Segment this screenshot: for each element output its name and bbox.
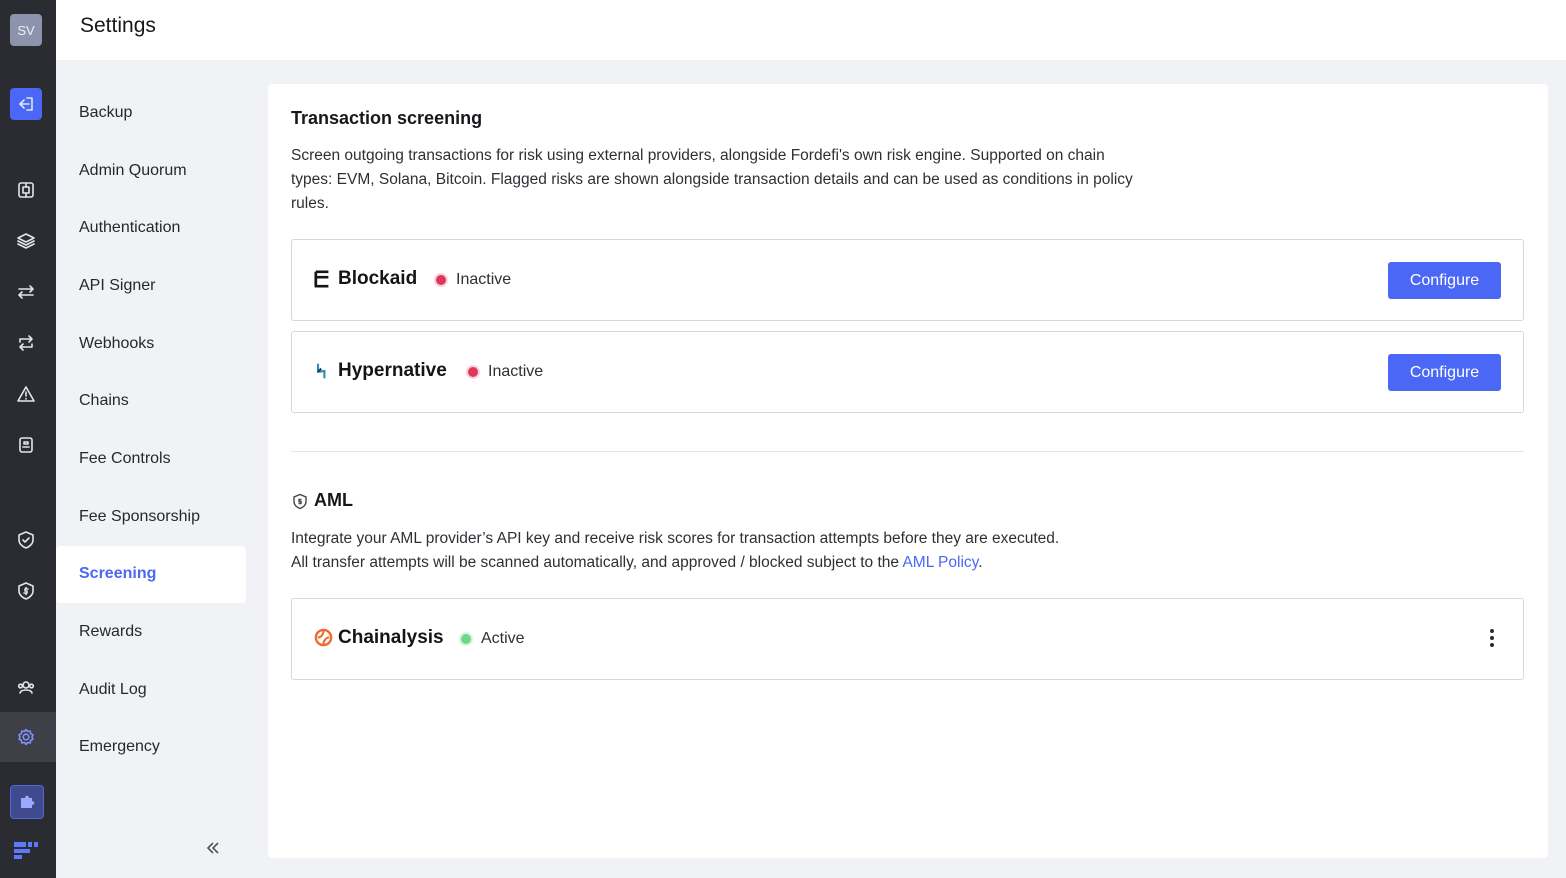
report-icon[interactable] [10,429,42,461]
provider-name: Blockaid [338,268,418,289]
aml-description-line1: Integrate your AML provider’s API key an… [291,530,1060,547]
nav-item-screening[interactable]: Screening [56,545,246,604]
aml-description-text: All transfer attempts will be scanned au… [291,554,903,571]
aml-policy-link[interactable]: AML Policy [902,554,978,571]
status-text: Active [481,630,525,647]
provider-card-chainalysis: Chainalysis Active [291,598,1524,680]
shield-check-icon[interactable] [10,524,42,556]
hypernative-logo-icon [314,361,334,383]
gear-icon[interactable] [10,721,42,753]
vault-icon[interactable] [10,174,42,206]
aml-description: Integrate your AML provider’s API key an… [291,527,1291,575]
top-bar: Settings [56,0,1566,60]
puzzle-icon[interactable] [10,785,44,819]
nav-item-chains[interactable]: Chains [56,372,246,430]
double-chevron-left-icon[interactable] [204,839,222,857]
status-dot [468,367,478,377]
users-icon[interactable] [10,671,42,703]
shield-dollar-icon[interactable] [10,575,42,607]
section-divider [291,451,1524,452]
provider-card-hypernative: Hypernative Inactive Configure [291,331,1524,413]
repeat-icon[interactable] [10,327,42,359]
layers-icon[interactable] [10,225,42,257]
chainalysis-logo-icon [314,628,334,650]
provider-name: Hypernative [338,360,447,381]
blockaid-logo-icon [314,269,334,291]
status-badge: Inactive [468,363,543,381]
aml-description-line2: All transfer attempts will be scanned au… [291,551,1291,575]
aml-title: AML [314,490,353,510]
app-rail: SV [0,0,56,878]
nav-item-api-signer[interactable]: API Signer [56,257,246,315]
nav-item-backup[interactable]: Backup [56,84,246,142]
logout-icon[interactable] [10,88,42,120]
status-text: Inactive [488,363,544,380]
alert-icon[interactable] [10,378,42,410]
screening-panel: Transaction screening Screen outgoing tr… [268,84,1548,858]
nav-item-authentication[interactable]: Authentication [56,199,246,257]
avatar[interactable]: SV [10,14,42,46]
nav-item-fee-sponsorship[interactable]: Fee Sponsorship [56,488,246,546]
shield-dollar-icon [292,493,308,510]
status-badge: Active [461,630,525,648]
nav-item-emergency[interactable]: Emergency [56,719,246,777]
provider-card-blockaid: Blockaid Inactive Configure [291,239,1524,321]
nav-item-audit-log[interactable]: Audit Log [56,661,246,719]
status-badge: Inactive [436,271,511,289]
nav-item-webhooks[interactable]: Webhooks [56,315,246,373]
nav-item-rewards[interactable]: Rewards [56,603,246,661]
settings-nav: Backup Admin Quorum Authentication API S… [56,84,246,776]
nav-item-fee-controls[interactable]: Fee Controls [56,430,246,488]
transaction-screening-description: Screen outgoing transactions for risk us… [291,147,1133,212]
status-text: Inactive [456,271,512,288]
more-options-icon[interactable] [1487,629,1497,651]
configure-hypernative-button[interactable]: Configure [1388,354,1501,391]
aml-description-suffix: . [978,554,983,571]
status-dot [461,634,471,644]
configure-blockaid-button[interactable]: Configure [1388,262,1501,299]
brand-logo-icon[interactable] [10,835,42,867]
provider-name: Chainalysis [338,627,444,648]
status-dot [436,275,446,285]
nav-item-admin-quorum[interactable]: Admin Quorum [56,142,246,200]
page-title: Settings [80,14,156,37]
transfer-icon[interactable] [10,276,42,308]
transaction-screening-title: Transaction screening [291,108,483,128]
